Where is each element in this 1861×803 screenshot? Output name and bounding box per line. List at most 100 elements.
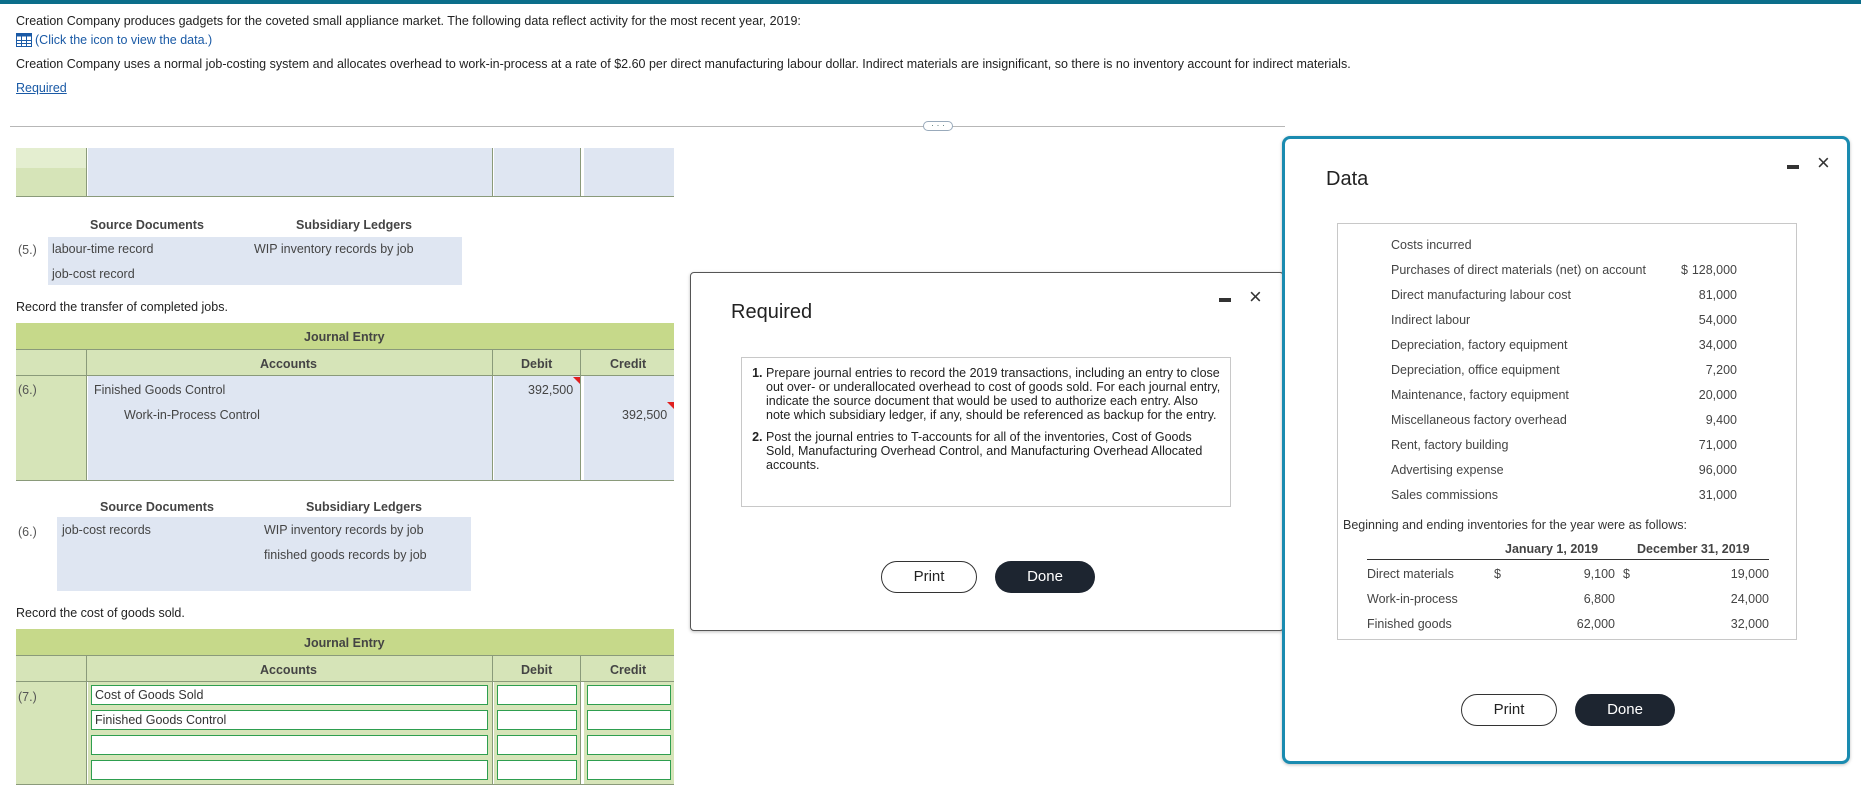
journal-debit-amount: 392,500 <box>528 383 574 397</box>
debit-input[interactable] <box>497 685 577 705</box>
cost-value: 128,000 <box>1691 263 1737 277</box>
journal-credit-amount: 392,500 <box>622 408 668 422</box>
cost-label: Advertising expense <box>1391 463 1504 477</box>
inventory-jan-value: 62,000 <box>1576 617 1615 631</box>
cost-label: Sales commissions <box>1391 488 1498 502</box>
source-document-item: job-cost records <box>62 523 151 537</box>
prev-table-debit-cell <box>494 148 580 196</box>
cost-value: 7,200 <box>1705 363 1737 377</box>
done-button[interactable]: Done <box>995 561 1095 593</box>
instruction-text: Record the cost of goods sold. <box>16 606 185 620</box>
cost-label: Indirect labour <box>1391 313 1471 327</box>
problem-intro-text: Creation Company produces gadgets for th… <box>16 14 801 28</box>
subsidiary-ledgers-header: Subsidiary Ledgers <box>306 500 423 514</box>
table-icon[interactable] <box>16 33 32 47</box>
data-link-text[interactable]: (Click the icon to view the data.) <box>35 33 212 47</box>
inv-col-jan: January 1, 2019 <box>1505 542 1599 556</box>
inventory-dec-value: 24,000 <box>1730 592 1769 606</box>
subsidiary-ledgers-header: Subsidiary Ledgers <box>296 218 413 232</box>
required-link[interactable]: Required <box>16 81 67 95</box>
account-input[interactable] <box>91 760 488 780</box>
cost-label: Depreciation, factory equipment <box>1391 338 1568 352</box>
cost-label: Direct manufacturing labour cost <box>1391 288 1571 302</box>
prev-table-label-cell <box>16 168 86 196</box>
costs-header: Costs incurred <box>1391 238 1472 252</box>
col-accounts: Accounts <box>260 357 317 371</box>
credit-input[interactable] <box>587 735 671 755</box>
prev-table-credit-cell <box>584 148 674 196</box>
inv-col-dec: December 31, 2019 <box>1637 542 1750 556</box>
subsidiary-ledger-item: finished goods records by job <box>264 548 427 562</box>
cost-value: 96,000 <box>1698 463 1737 477</box>
journal-credit-col <box>584 376 674 480</box>
cost-label: Miscellaneous factory overhead <box>1391 413 1567 427</box>
col-accounts: Accounts <box>260 663 317 677</box>
cost-value: 20,000 <box>1698 388 1737 402</box>
entry-label-7: (7.) <box>18 690 37 704</box>
cost-value: 34,000 <box>1698 338 1737 352</box>
inventory-label: Direct materials <box>1367 567 1454 581</box>
required-dialog: Required × Prepare journal entries to re… <box>690 272 1284 631</box>
print-button[interactable]: Print <box>881 561 977 593</box>
cost-label: Rent, factory building <box>1391 438 1509 452</box>
cost-label: Depreciation, office equipment <box>1391 363 1560 377</box>
subsidiary-ledger-item: WIP inventory records by job <box>264 523 424 537</box>
debit-input[interactable] <box>497 735 577 755</box>
cost-value: 54,000 <box>1698 313 1737 327</box>
close-icon[interactable]: × <box>1817 152 1830 174</box>
col-debit: Debit <box>521 663 553 677</box>
account-input[interactable]: Cost of Goods Sold <box>91 685 488 705</box>
journal-entry-title: Journal Entry <box>304 636 385 650</box>
account-input[interactable] <box>91 735 488 755</box>
cost-value: 31,000 <box>1698 488 1737 502</box>
inventory-dec-value: 32,000 <box>1730 617 1769 631</box>
instruction-text: Record the transfer of completed jobs. <box>16 300 228 314</box>
source-document-item: labour-time record <box>52 242 154 256</box>
minimize-icon[interactable] <box>1219 298 1231 302</box>
debit-input[interactable] <box>497 760 577 780</box>
inventory-dollar-dec: $ <box>1623 567 1630 581</box>
inventory-dec-value: 19,000 <box>1730 567 1769 581</box>
source-documents-header: Source Documents <box>100 500 214 514</box>
inventory-jan-value: 9,100 <box>1583 567 1615 581</box>
account-input[interactable]: Finished Goods Control <box>91 710 488 730</box>
prev-table-label-cell <box>16 148 86 168</box>
divider <box>10 126 1285 127</box>
credit-input[interactable] <box>587 760 671 780</box>
print-button[interactable]: Print <box>1461 694 1557 726</box>
feedback-flag <box>573 377 580 384</box>
journal-account-credit: Work-in-Process Control <box>124 408 260 422</box>
dialog-title: Data <box>1326 168 1369 190</box>
debit-input[interactable] <box>497 710 577 730</box>
entry-label-6-source: (6.) <box>18 525 37 539</box>
cost-value: 9,400 <box>1705 413 1737 427</box>
entry-label-6: (6.) <box>18 383 37 397</box>
close-icon[interactable]: × <box>1249 286 1262 308</box>
data-icon-link[interactable]: (Click the icon to view the data.) <box>16 33 212 47</box>
data-dialog: Data × Costs incurred Purchases of direc… <box>1282 136 1850 764</box>
minimize-icon[interactable] <box>1787 165 1799 169</box>
requirements-list: Prepare journal entries to record the 20… <box>748 366 1223 480</box>
top-accent-bar <box>0 0 1861 4</box>
col-credit: Credit <box>610 663 647 677</box>
inventory-dollar-jan: $ <box>1494 567 1501 581</box>
cost-value: 71,000 <box>1698 438 1737 452</box>
inventory-jan-value: 6,800 <box>1583 592 1615 606</box>
expand-ellipsis-button[interactable]: · · · <box>923 121 953 131</box>
prev-table-account-cell <box>88 148 492 196</box>
source-documents-header: Source Documents <box>90 218 204 232</box>
col-debit: Debit <box>521 357 553 371</box>
subsidiary-ledger-item: WIP inventory records by job <box>254 242 414 256</box>
inventory-label: Work-in-process <box>1367 592 1458 606</box>
credit-input[interactable] <box>587 685 671 705</box>
problem-method-text: Creation Company uses a normal job-costi… <box>16 57 1351 71</box>
cost-value: 81,000 <box>1698 288 1737 302</box>
journal-account-debit: Finished Goods Control <box>94 383 226 397</box>
inv-header-rule <box>1367 559 1769 560</box>
journal-header-row <box>16 349 674 375</box>
dialog-title: Required <box>731 301 813 323</box>
credit-input[interactable] <box>587 710 671 730</box>
cost-label: Maintenance, factory equipment <box>1391 388 1569 402</box>
feedback-flag <box>667 402 674 409</box>
done-button[interactable]: Done <box>1575 694 1675 726</box>
